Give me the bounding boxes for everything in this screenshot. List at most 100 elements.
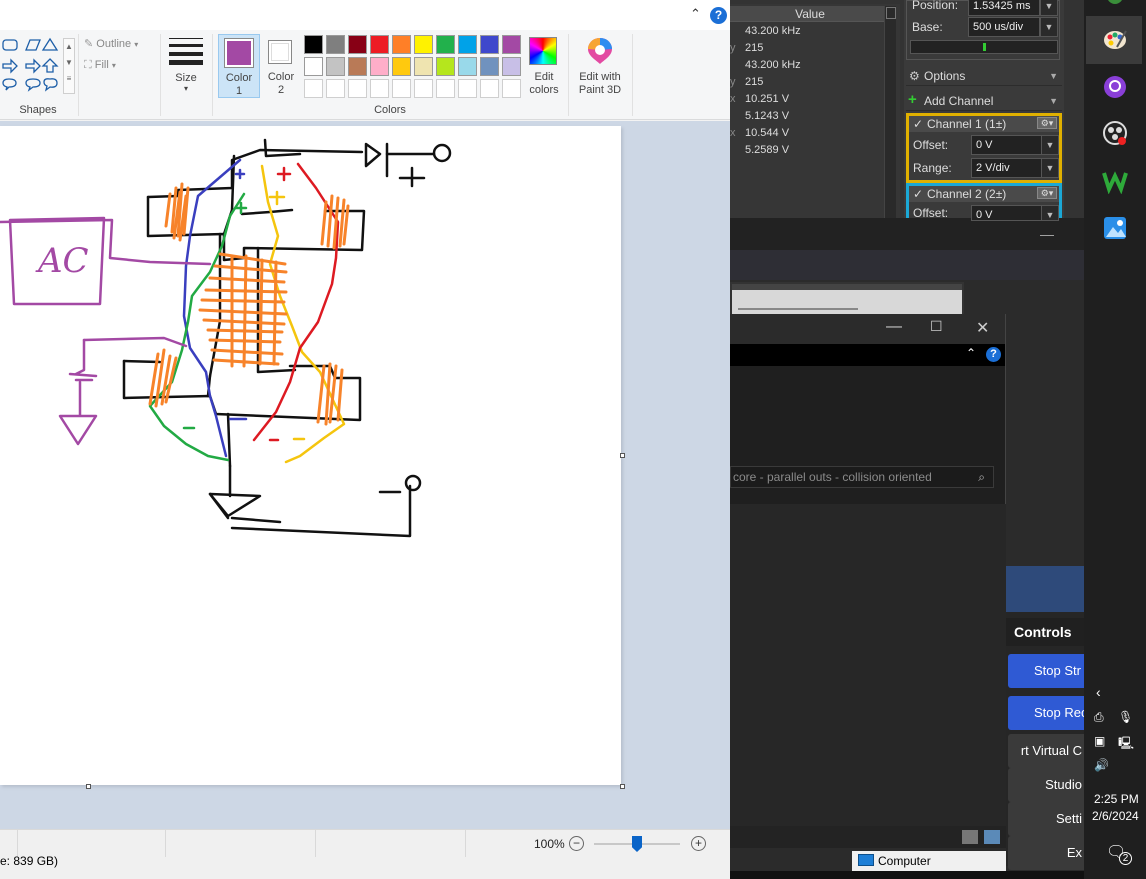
palette-swatch[interactable] <box>370 35 389 54</box>
palette-swatch[interactable] <box>326 35 345 54</box>
palette-swatch[interactable] <box>326 79 345 98</box>
chevron-left-icon[interactable]: ‹ <box>1096 684 1101 700</box>
channel2-offset-field[interactable]: 0 V <box>971 205 1043 221</box>
channel2-header[interactable]: ✓ Channel 2 (2±) ⚙▾ <box>909 186 1059 202</box>
network-icon[interactable]: 🖳 <box>1118 734 1134 755</box>
help-icon[interactable]: ? <box>986 347 1001 362</box>
search-input[interactable]: core - parallel outs - collision oriente… <box>730 466 994 488</box>
resize-handle[interactable] <box>620 453 625 458</box>
drawing-canvas[interactable]: AC <box>0 126 621 785</box>
minimize-icon[interactable]: — <box>886 318 902 336</box>
circuit-drawing[interactable]: AC <box>0 126 621 785</box>
shapes-scroll[interactable]: ▲ ▼ ≡ <box>63 38 75 94</box>
microphone-icon[interactable]: 🎙 <box>1118 710 1133 724</box>
zoom-in-icon[interactable]: + <box>691 836 706 851</box>
edit-colors-button[interactable]: Edit colors <box>524 34 564 98</box>
scroll-up-icon[interactable] <box>886 7 896 19</box>
paint-palette-icon[interactable] <box>1102 27 1128 53</box>
palette-swatch[interactable] <box>304 35 323 54</box>
palette-swatch[interactable] <box>392 79 411 98</box>
zoom-slider-thumb[interactable] <box>632 836 642 852</box>
clock-date[interactable]: 2/6/2024 <box>1092 809 1139 823</box>
checkbox-icon[interactable]: ✓ <box>913 116 923 132</box>
table-row[interactable]: 43.200 kHz <box>730 57 882 74</box>
base-field[interactable]: 500 us/div <box>968 17 1040 37</box>
position-field[interactable]: 1.53425 ms <box>968 0 1040 16</box>
table-row[interactable]: y 215 <box>730 40 882 57</box>
shapes-gallery[interactable] <box>2 36 62 94</box>
position-slider[interactable] <box>910 40 1058 54</box>
palette-swatch[interactable] <box>370 57 389 76</box>
github-icon[interactable] <box>1102 74 1128 100</box>
channel1-range-field[interactable]: 2 V/div <box>971 158 1043 178</box>
palette-swatch[interactable] <box>458 79 477 98</box>
camera-icon[interactable]: ⎙ <box>1094 710 1104 725</box>
palette-swatch[interactable] <box>348 35 367 54</box>
large-icons-icon[interactable] <box>984 830 1000 844</box>
palette-swatch[interactable] <box>436 35 455 54</box>
gear-icon[interactable]: ⚙▾ <box>1037 117 1057 129</box>
start-virtual-camera-button[interactable]: rt Virtual C <box>1008 734 1084 768</box>
collapse-ribbon-icon[interactable]: ⌃ <box>690 6 701 22</box>
palette-swatch[interactable] <box>502 79 521 98</box>
settings-button[interactable]: Setti <box>1008 802 1084 836</box>
zoom-out-icon[interactable]: − <box>569 836 584 851</box>
palette-swatch[interactable] <box>392 57 411 76</box>
checkbox-icon[interactable]: ✓ <box>913 186 923 202</box>
table-scrollbar[interactable] <box>884 6 896 218</box>
waveforms-icon[interactable] <box>1102 168 1128 194</box>
slider-thumb[interactable] <box>983 43 986 51</box>
volume-icon[interactable]: 🔊 <box>1094 758 1109 772</box>
obs-icon[interactable] <box>1102 120 1128 146</box>
palette-swatch[interactable] <box>414 35 433 54</box>
table-row[interactable]: 5.1243 V <box>730 108 882 125</box>
palette-swatch[interactable] <box>304 57 323 76</box>
color1-button[interactable]: Color 1 <box>218 34 260 98</box>
channel1-offset-field[interactable]: 0 V <box>971 135 1043 155</box>
palette-swatch[interactable] <box>502 57 521 76</box>
close-icon[interactable]: ✕ <box>976 318 989 338</box>
table-row[interactable]: y 215 <box>730 74 882 91</box>
outline-button[interactable]: ✎ Outline ▾ <box>84 37 138 50</box>
palette-swatch[interactable] <box>348 79 367 98</box>
stop-recording-button[interactable]: Stop Rec <box>1008 696 1084 730</box>
fill-button[interactable]: ⛶ Fill ▾ <box>84 59 116 72</box>
app-icon[interactable] <box>1102 0 1128 8</box>
table-row[interactable]: 43.200 kHz <box>730 23 882 40</box>
range-dropdown-icon[interactable]: ▼ <box>1041 158 1059 178</box>
palette-swatch[interactable] <box>436 79 455 98</box>
palette-swatch[interactable] <box>458 57 477 76</box>
photos-icon[interactable] <box>1102 215 1128 241</box>
palette-swatch[interactable] <box>348 57 367 76</box>
add-channel-row[interactable]: + Add Channel ▼ <box>906 91 1062 111</box>
studio-mode-button[interactable]: Studio <box>1008 768 1084 802</box>
palette-swatch[interactable] <box>480 35 499 54</box>
palette-swatch[interactable] <box>304 79 323 98</box>
offset-dropdown-icon[interactable]: ▼ <box>1041 205 1059 221</box>
palette-swatch[interactable] <box>326 57 345 76</box>
palette-swatch[interactable] <box>458 35 477 54</box>
resize-handle[interactable] <box>620 784 625 789</box>
value-column-header[interactable]: Value <box>730 6 890 22</box>
position-dropdown-icon[interactable]: ▼ <box>1040 0 1058 16</box>
color2-button[interactable]: Color 2 <box>262 34 300 98</box>
table-row[interactable]: x 10.544 V <box>730 125 882 142</box>
palette-swatch[interactable] <box>392 35 411 54</box>
chevron-up-icon[interactable]: ⌃ <box>966 346 976 360</box>
size-button[interactable]: Size ▾ <box>166 36 206 98</box>
base-dropdown-icon[interactable]: ▼ <box>1040 17 1058 37</box>
maximize-icon[interactable]: ☐ <box>930 318 943 335</box>
palette-swatch[interactable] <box>502 35 521 54</box>
stop-streaming-button[interactable]: Stop Str <box>1008 654 1084 688</box>
gear-icon[interactable]: ⚙▾ <box>1037 187 1057 199</box>
palette-swatch[interactable] <box>414 57 433 76</box>
clock-time[interactable]: 2:25 PM <box>1094 792 1139 806</box>
palette-swatch[interactable] <box>480 79 499 98</box>
resize-handle[interactable] <box>86 784 91 789</box>
palette-swatch[interactable] <box>436 57 455 76</box>
palette-swatch[interactable] <box>480 57 499 76</box>
options-row[interactable]: ⚙ Options ▼ <box>906 66 1062 86</box>
exit-button[interactable]: Ex <box>1008 836 1084 870</box>
palette-swatch[interactable] <box>370 79 389 98</box>
search-icon[interactable]: ⌕ <box>978 467 985 487</box>
